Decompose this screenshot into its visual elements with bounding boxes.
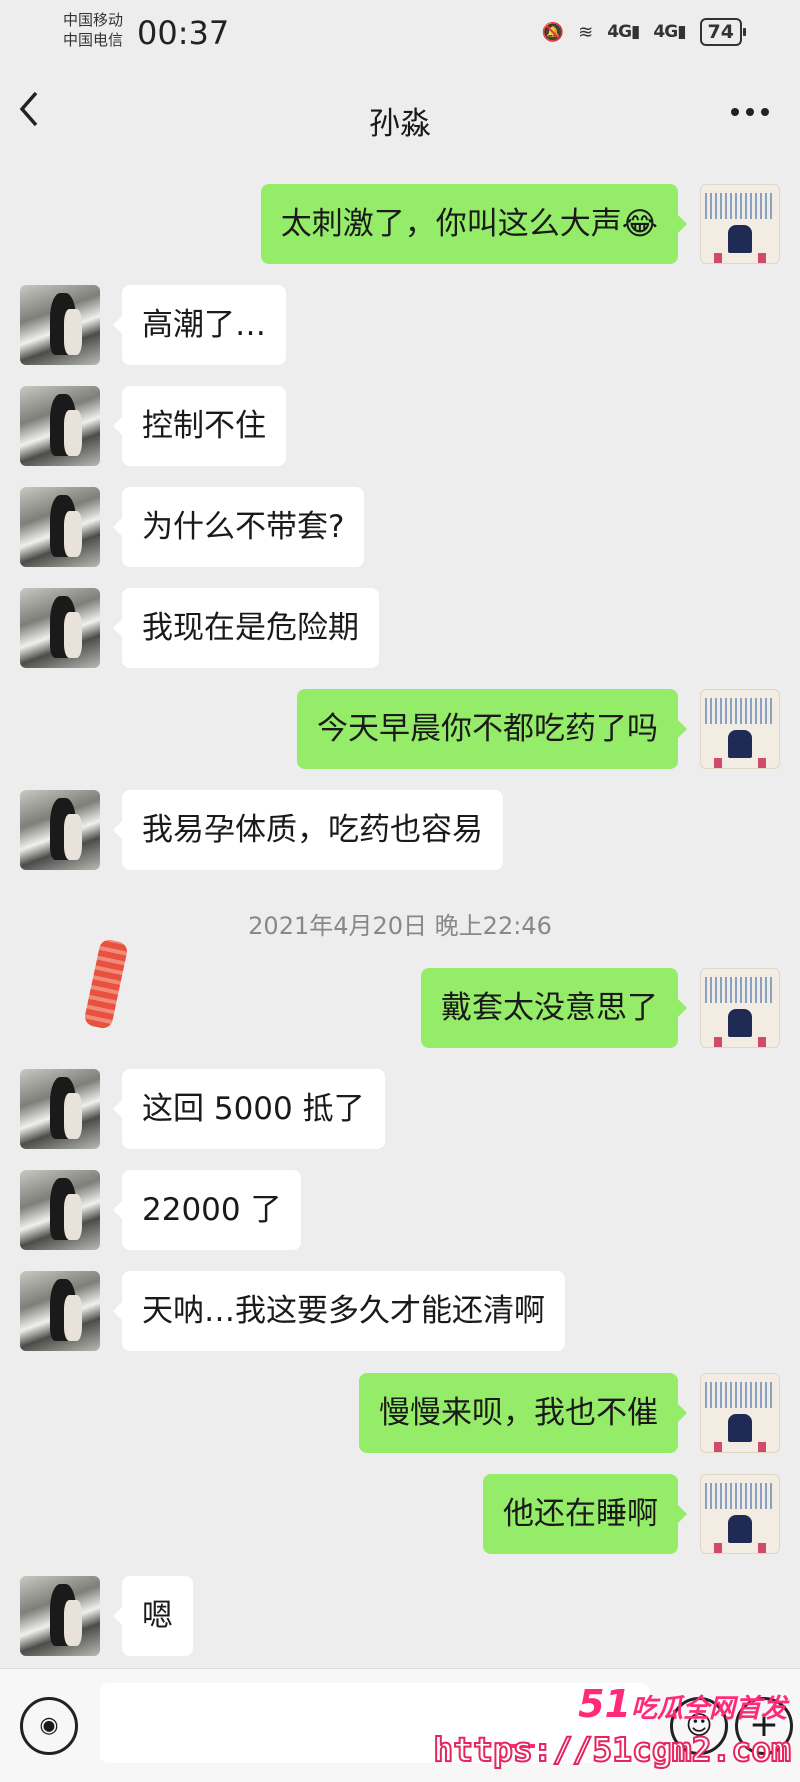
wifi-icon: ≋ (578, 21, 594, 43)
chat-title: 孙淼 (369, 106, 431, 142)
voice-input-button[interactable]: ◉ (20, 1697, 78, 1755)
carrier-1: 中国移动 (63, 11, 124, 29)
my-avatar[interactable] (700, 1373, 780, 1453)
message-bubble[interactable]: 我易孕体质，吃药也容易 (113, 790, 503, 870)
message-bubble[interactable]: 天呐…我这要多久才能还清啊 (113, 1271, 565, 1351)
carrier-info: 中国移动 中国电信 (63, 10, 123, 50)
carrier-2: 中国电信 (63, 31, 124, 49)
status-clock: 00:37 (137, 14, 230, 52)
contact-avatar[interactable] (20, 285, 100, 365)
contact-avatar[interactable] (20, 790, 100, 870)
signal-icon-1: 4G▮ (607, 22, 640, 42)
message-bubble[interactable]: 这回 5000 抵了 (113, 1069, 385, 1149)
contact-avatar[interactable] (20, 1069, 100, 1149)
status-icons: 🔕 ≋ 4G▮ 4G▮ 74 (541, 18, 747, 46)
contact-avatar[interactable] (20, 487, 100, 567)
message-bubble[interactable]: 慢慢来呗，我也不催 (359, 1373, 687, 1453)
my-avatar[interactable] (700, 689, 780, 769)
contact-avatar[interactable] (20, 588, 100, 668)
message-bubble[interactable]: 他还在睡啊 (483, 1474, 687, 1554)
message-bubble[interactable]: 今天早晨你不都吃药了吗 (297, 689, 687, 769)
message-bubble[interactable]: 控制不住 (113, 386, 286, 466)
message-bubble[interactable]: 22000 了 (112, 1170, 302, 1250)
my-avatar[interactable] (700, 968, 780, 1048)
contact-avatar[interactable] (20, 1576, 100, 1656)
my-avatar[interactable] (700, 1474, 780, 1554)
more-options-button[interactable] (730, 86, 770, 126)
red-scribble-mark (83, 938, 129, 1030)
status-bar: 中国移动 中国电信 00:37 🔕 ≋ 4G▮ 4G▮ 74 (0, 0, 800, 62)
battery-icon: 74 (699, 18, 747, 46)
message-bubble[interactable]: 高潮了… (113, 285, 286, 365)
ellipsis-icon (731, 108, 769, 116)
contact-avatar[interactable] (20, 386, 100, 466)
watermark-url: https://51cgm2.com (432, 1729, 792, 1770)
mute-bell-icon: 🔕 (541, 21, 565, 43)
message-bubble[interactable]: 嗯 (113, 1576, 193, 1656)
signal-icon-2: 4G▮ (653, 22, 686, 42)
my-avatar[interactable] (700, 184, 780, 264)
watermark-title: 51吃瓜全网首发 (578, 1682, 787, 1726)
voice-wave-icon: ◉ (39, 1713, 59, 1738)
contact-avatar[interactable] (20, 1271, 100, 1351)
site-watermark: 51吃瓜全网首发 https://51cgm2.com (432, 1678, 795, 1778)
message-bubble[interactable]: 为什么不带套? (112, 487, 365, 567)
chat-header: 孙淼 (0, 62, 800, 170)
message-bubble[interactable]: 太刺激了，你叫这么大声😂 (260, 184, 688, 264)
message-bubble[interactable]: 戴套太没意思了 (421, 968, 687, 1048)
chat-timestamp: 2021年4月20日 晚上22:46 (248, 912, 552, 940)
contact-avatar[interactable] (20, 1170, 100, 1250)
message-bubble[interactable]: 我现在是危险期 (113, 588, 379, 668)
